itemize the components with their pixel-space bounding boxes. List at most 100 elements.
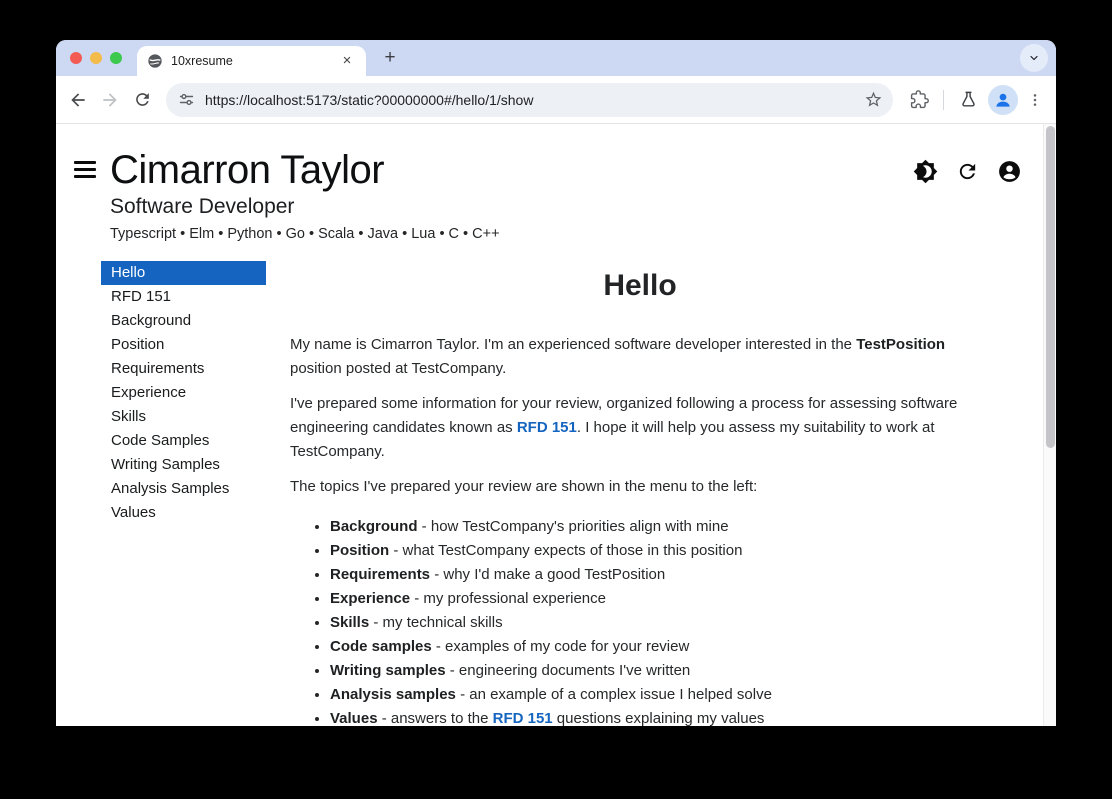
person-role: Software Developer [110,195,295,218]
new-tab-button[interactable]: + [378,47,402,71]
traffic-lights [70,52,122,64]
tab-close-icon[interactable]: × [338,52,356,70]
text-run: The topics I've prepared your review are… [290,478,758,495]
scrollbar[interactable] [1043,124,1056,726]
topic-item: Background - how TestCompany's prioritie… [330,515,990,539]
rfd-151-link[interactable]: RFD 151 [517,419,577,436]
text-run: - what TestCompany expects of those in t… [389,542,743,559]
hamburger-menu-icon[interactable] [74,161,96,179]
bold-term: Values [330,710,378,726]
tab-search-chevron-button[interactable] [1020,44,1048,72]
close-window-button[interactable] [70,52,82,64]
topic-item: Values - answers to the RFD 151 question… [330,707,990,726]
extensions-button[interactable] [903,84,935,116]
topic-item: Analysis samples - an example of a compl… [330,683,990,707]
refresh-icon [959,163,975,179]
rfd-151-link[interactable]: RFD 151 [493,710,553,726]
topics-list: Background - how TestCompany's prioritie… [290,515,990,726]
sidebar-item-background[interactable]: Background [101,309,266,333]
scrollbar-thumb[interactable] [1046,126,1055,448]
bookmark-star-icon[interactable] [864,90,883,109]
sidebar-item-code-samples[interactable]: Code Samples [101,429,266,453]
body-row: Hello RFD 151 Background Position Requiremen… [56,261,1056,726]
forward-arrow-icon [103,92,117,107]
text-run: - how TestCompany's priorities align wit… [417,518,729,535]
back-button[interactable] [62,84,94,116]
experiments-button[interactable] [952,84,984,116]
bold-term: Requirements [330,566,431,583]
text-run: - why I'd make a good TestPosition [430,566,666,583]
text-run: - my technical skills [369,614,503,631]
refresh-button[interactable] [954,158,980,184]
back-arrow-icon [71,92,85,107]
browser-tab[interactable]: 10xresume × [137,46,366,76]
text-run: My name is Cimarron Taylor. I'm an exper… [290,336,857,353]
page-title: Hello [603,269,677,302]
sidebar-item-skills[interactable]: Skills [101,405,266,429]
topic-item: Skills - my technical skills [330,611,990,635]
text-run: - answers to the [377,710,493,726]
text-run: - an example of a complex issue I helped… [455,686,772,703]
bold-term: Background [330,518,418,535]
forward-button[interactable] [94,84,126,116]
content-area: Cimarron Taylor Software Developer Types… [56,124,1056,726]
bold-term: Experience [330,590,411,607]
theme-toggle-button[interactable] [912,158,938,184]
sidebar-item-position[interactable]: Position [101,333,266,357]
text-run: - my professional experience [410,590,606,607]
flask-icon [961,91,975,107]
sidebar-menu: Hello RFD 151 Background Position Requiremen… [101,261,266,726]
browser-window: 10xresume × + https://localhost:5173/sta… [56,40,1056,726]
bold-term: Position [330,542,390,559]
sidebar-item-writing-samples[interactable]: Writing Samples [101,453,266,477]
site-info-icon[interactable] [178,91,195,108]
topic-item: Requirements - why I'd make a good TestP… [330,563,990,587]
paragraph: The topics I've prepared your review are… [290,475,990,499]
sidebar-item-analysis-samples[interactable]: Analysis Samples [101,477,266,501]
dark-mode-icon [913,159,937,183]
tab-title: 10xresume [171,54,233,68]
bold-term: Code samples [330,638,432,655]
kebab-menu-icon [1033,93,1037,106]
text-run: - engineering documents I've written [445,662,691,679]
zoom-window-button[interactable] [110,52,122,64]
globe-favicon-icon [147,53,163,69]
sidebar-item-rfd-151[interactable]: RFD 151 [101,285,266,309]
page-header-actions [912,158,1022,184]
profile-avatar-icon [996,93,1010,107]
address-bar[interactable]: https://localhost:5173/static?00000000#/… [166,82,893,117]
toolbar: https://localhost:5173/static?00000000#/… [56,76,1056,124]
paragraphs: My name is Cimarron Taylor. I'm an exper… [290,333,990,499]
page-header: Cimarron Taylor Software Developer Types… [56,124,1056,242]
bold-term: Skills [330,614,370,631]
sidebar-item-requirements[interactable]: Requirements [101,357,266,381]
bold-term: Analysis samples [330,686,456,703]
account-circle-icon [998,160,1020,182]
topic-item: Code samples - examples of my code for y… [330,635,990,659]
puzzle-icon [910,90,929,109]
paragraph: My name is Cimarron Taylor. I'm an exper… [290,333,990,381]
browser-menu-button[interactable] [1022,84,1048,116]
topic-item: Position - what TestCompany expects of t… [330,539,990,563]
reload-icon [135,93,149,106]
sidebar-item-experience[interactable]: Experience [101,381,266,405]
text-run: position posted at TestCompany. [290,360,507,377]
profile-button[interactable] [988,84,1018,115]
minimize-window-button[interactable] [90,52,102,64]
text-run: - examples of my code for your review [431,638,690,655]
account-button[interactable] [996,158,1022,184]
reload-button[interactable] [126,84,158,116]
main-content: Hello My name is Cimarron Taylor. I'm an… [266,261,1056,726]
tab-strip: 10xresume × + [56,40,1056,76]
sidebar-item-values[interactable]: Values [101,501,266,525]
bold-term: Writing samples [330,662,446,679]
sidebar-item-hello[interactable]: Hello [101,261,266,285]
topic-item: Experience - my professional experience [330,587,990,611]
skills-line: Typescript • Elm • Python • Go • Scala •… [110,226,500,242]
toolbar-separator [943,89,944,110]
url-text[interactable]: https://localhost:5173/static?00000000#/… [205,92,864,108]
bold-term: TestPosition [856,336,946,353]
topic-item: Writing samples - engineering documents … [330,659,990,683]
text-run: questions explaining my values [552,710,765,726]
chevron-down-icon [1030,55,1038,61]
